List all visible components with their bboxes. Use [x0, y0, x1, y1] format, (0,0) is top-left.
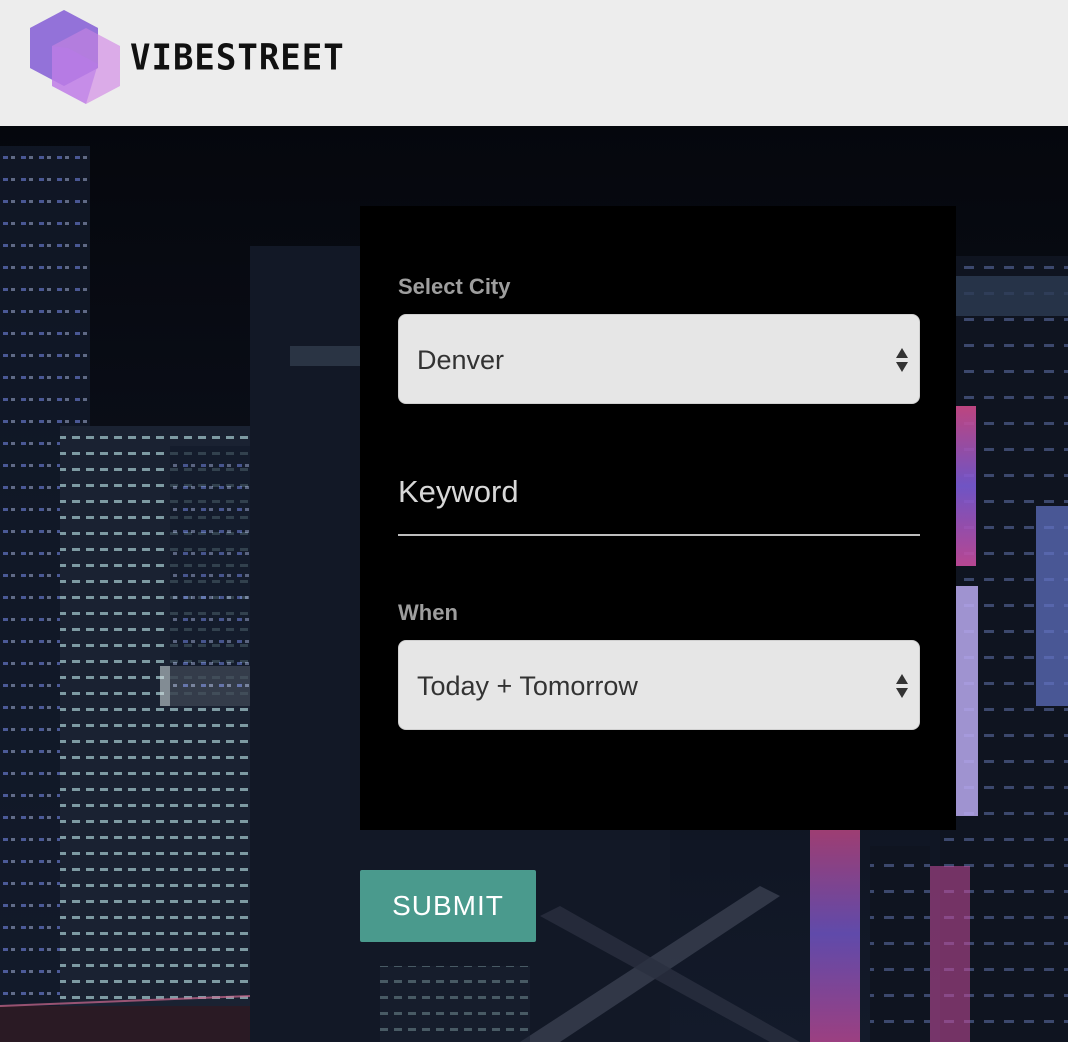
select-city-label: Select City [398, 274, 511, 299]
hexagon-logo-icon [30, 10, 120, 104]
city-select[interactable]: Denver [398, 314, 920, 404]
submit-button[interactable]: SUBMIT [360, 870, 536, 942]
when-select[interactable]: Today + Tomorrow [398, 640, 920, 730]
site-header: VIBESTREET [0, 0, 1068, 126]
brand-logo[interactable]: VIBESTREET [28, 8, 345, 108]
city-select-value: Denver [417, 345, 505, 375]
keyword-placeholder: Keyword [398, 474, 519, 509]
when-label: When [398, 600, 458, 625]
keyword-input[interactable]: Keyword [398, 464, 920, 536]
select-arrows-icon [896, 674, 908, 698]
search-form-panel: Select City Denver Keyword When Today + … [360, 206, 956, 830]
when-select-value: Today + Tomorrow [417, 671, 638, 701]
brand-name: VIBESTREET [130, 37, 345, 79]
select-arrows-icon [896, 348, 908, 372]
